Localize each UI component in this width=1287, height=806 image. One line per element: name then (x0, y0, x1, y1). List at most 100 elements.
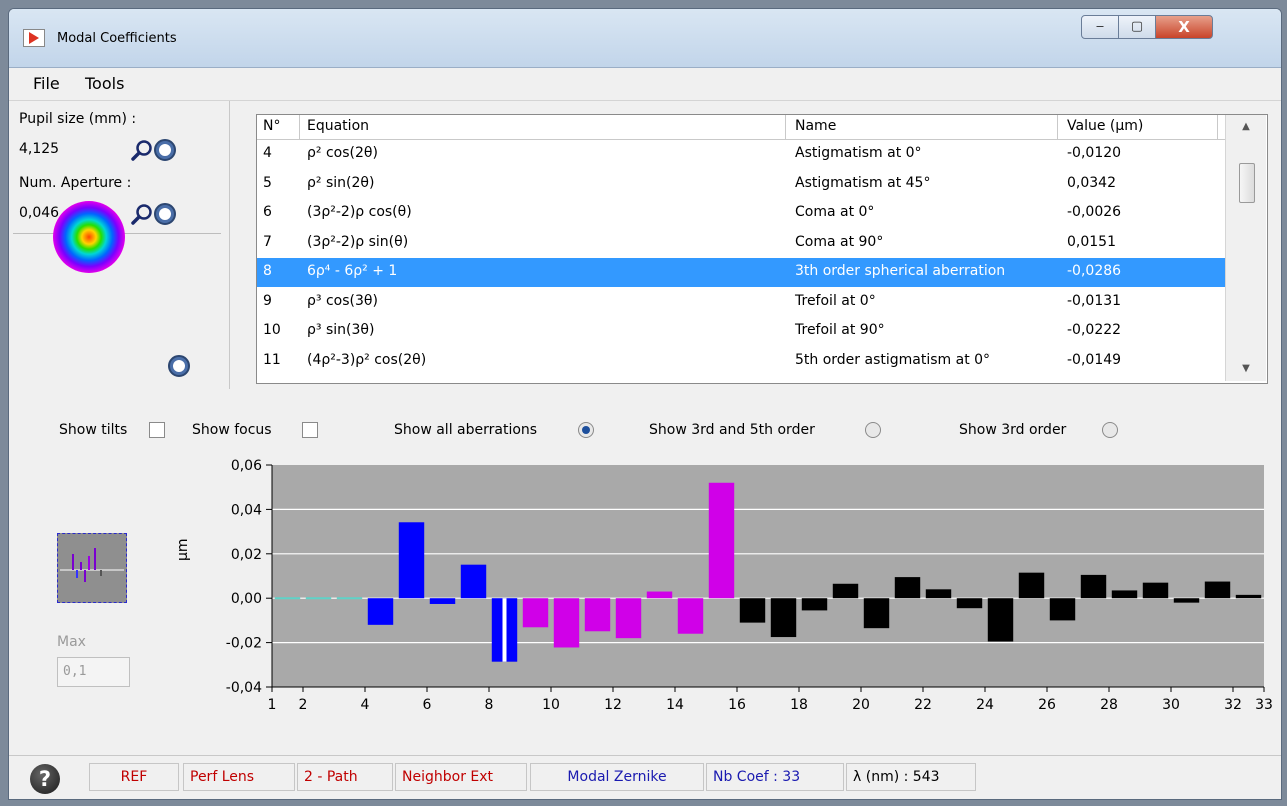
show-tilts-label: Show tilts (59, 422, 128, 438)
cell-equation: (3ρ²-2)ρ cos(θ) (307, 204, 412, 220)
y-tick-label: -0,04 (226, 680, 262, 696)
coefficient-bar (1049, 598, 1076, 621)
coefficients-bar-chart: 0,06 0,04 0,02 0,00 -0,02 -0,04 µm 1 2 4 6 8 10 12 14 1… (169, 453, 1279, 743)
coefficient-bar (677, 598, 704, 634)
show-focus-checkbox[interactable] (302, 422, 318, 438)
header-name[interactable]: Name (795, 118, 836, 134)
minimize-button[interactable]: ‒ (1081, 15, 1119, 39)
chart-svg: 0,060,040,020,00-0,02-0,04µm1 2 4 6 8 10 12 14 1… (175, 458, 1273, 713)
coefficient-bar (770, 598, 797, 638)
cell-name: 3th order spherical aberration (795, 263, 1006, 279)
x-tick-label: 33 (1255, 697, 1273, 713)
scroll-down-arrow-icon[interactable]: ▼ (1226, 357, 1266, 381)
maximize-button[interactable]: ▢ (1118, 15, 1156, 39)
x-tick-label: 2 (299, 697, 308, 713)
wavefront-pupil-map (53, 201, 125, 273)
menu-file[interactable]: File (33, 74, 60, 93)
cell-num: 9 (263, 292, 272, 309)
selected-bar-highlight (502, 598, 507, 662)
max-label: Max (57, 634, 86, 650)
coefficient-bar (925, 589, 952, 599)
table-row[interactable]: 8 6ρ⁴ - 6ρ² + 1 3th order spherical aberra… (257, 258, 1225, 287)
menu-tools[interactable]: Tools (85, 74, 124, 93)
show-35-radio[interactable] (865, 422, 881, 438)
show-35-label: Show 3rd and 5th order (649, 422, 815, 438)
coefficient-bar (956, 598, 983, 609)
timer-icon[interactable] (154, 203, 176, 225)
cell-name: Trefoil at 0° (795, 292, 876, 309)
menu-bar: File Tools (9, 68, 1281, 101)
x-tick-label: 14 (666, 697, 684, 713)
table-row[interactable]: 5 ρ² sin(2θ) Astigmatism at 45° 0,0342 (257, 170, 1225, 199)
coefficient-bar (1018, 572, 1045, 599)
coefficient-bar (1142, 582, 1169, 599)
x-tick-label: 8 (485, 697, 494, 713)
magnifier-icon[interactable] (131, 139, 153, 161)
coefficient-bar (398, 522, 425, 599)
table-row[interactable]: 10 ρ³ sin(3θ) Trefoil at 90° -0,0222 (257, 317, 1225, 346)
chart-thumbnail[interactable] (57, 533, 127, 603)
magnifier-icon[interactable] (131, 203, 153, 225)
coefficient-bar (460, 564, 487, 599)
coefficient-bar (801, 598, 828, 611)
cell-equation: (3ρ²-2)ρ sin(θ) (307, 233, 409, 250)
help-icon[interactable]: ? (30, 764, 60, 794)
status-lambda: λ (nm) : 543 (846, 763, 976, 791)
x-tick-label: 24 (976, 697, 994, 713)
max-input[interactable]: 0,1 (57, 657, 130, 687)
cell-value: -0,0026 (1067, 204, 1122, 220)
show-all-label: Show all aberrations (394, 422, 538, 438)
show-3-radio[interactable] (1102, 422, 1118, 438)
table-row[interactable]: 9 ρ³ cos(3θ) Trefoil at 0° -0,0131 (257, 288, 1225, 317)
status-ref: REF (89, 763, 179, 791)
cell-num: 10 (263, 322, 281, 338)
status-perf-lens: Perf Lens (183, 763, 295, 791)
coefficient-bar (987, 598, 1014, 642)
cell-value: 0,0342 (1067, 174, 1116, 191)
coefficient-bar (553, 598, 580, 648)
coefficient-bar (584, 598, 611, 632)
show-tilts-checkbox[interactable] (149, 422, 165, 438)
header-equation[interactable]: Equation (307, 118, 369, 134)
close-button[interactable]: X (1155, 15, 1213, 39)
x-tick-label: 6 (423, 697, 432, 713)
coefficient-bar (832, 583, 859, 599)
status-path: 2 - Path (297, 763, 393, 791)
table-header: N° Equation Name Value (µm) (257, 115, 1225, 140)
x-tick-label: 16 (728, 697, 746, 713)
left-panel: Pupil size (mm) : 4,125 Num. Aperture : … (9, 101, 230, 389)
x-tick-label: 32 (1224, 697, 1242, 713)
table-row[interactable]: 4 ρ² cos(2θ) Astigmatism at 0° -0,0120 (257, 140, 1225, 169)
table-scrollbar[interactable]: ▲ ▼ (1225, 115, 1266, 381)
title-bar[interactable]: Modal Coefficients ‒ ▢ X (9, 9, 1281, 68)
cell-num: 7 (263, 233, 272, 250)
show-3-label: Show 3rd order (959, 422, 1067, 438)
coefficient-bar (1080, 574, 1107, 599)
scroll-thumb[interactable] (1239, 163, 1255, 203)
show-focus-label: Show focus (192, 422, 272, 438)
status-neighbor: Neighbor Ext (395, 763, 527, 791)
cell-equation: ρ³ sin(3θ) (307, 322, 375, 338)
header-num[interactable]: N° (263, 118, 280, 134)
header-value[interactable]: Value (µm) (1067, 118, 1143, 134)
num-aperture-label: Num. Aperture : (19, 175, 132, 191)
table-row[interactable]: 6 (3ρ²-2)ρ cos(θ) Coma at 0° -0,0026 (257, 199, 1225, 228)
x-tick-label: 30 (1162, 697, 1180, 713)
status-bar: ? REF Perf Lens 2 - Path Neighbor Ext Mo… (9, 755, 1281, 799)
pupil-size-label: Pupil size (mm) : (19, 111, 137, 127)
show-all-radio[interactable] (578, 422, 594, 438)
cell-value: -0,0131 (1067, 292, 1122, 309)
scroll-up-arrow-icon[interactable]: ▲ (1226, 115, 1266, 139)
cell-num: 8 (263, 263, 272, 279)
modal-coefficients-window: Modal Coefficients ‒ ▢ X File Tools Pupi… (8, 8, 1282, 800)
x-tick-label: 22 (914, 697, 932, 713)
table-row[interactable]: 7 (3ρ²-2)ρ sin(θ) Coma at 90° 0,0151 (257, 229, 1225, 258)
chart-thumbnail-icon (60, 548, 124, 582)
timer-icon[interactable] (168, 355, 190, 377)
table-row[interactable]: 11 (4ρ²-3)ρ² cos(2θ) 5th order astigmatism… (257, 347, 1225, 376)
coefficient-bar (1111, 590, 1138, 599)
coefficients-table: N° Equation Name Value (µm) 4 ρ² cos(2θ) A… (256, 114, 1268, 384)
y-tick-label: 0,04 (231, 502, 262, 518)
timer-icon[interactable] (154, 139, 176, 161)
x-tick-label: 28 (1100, 697, 1118, 713)
